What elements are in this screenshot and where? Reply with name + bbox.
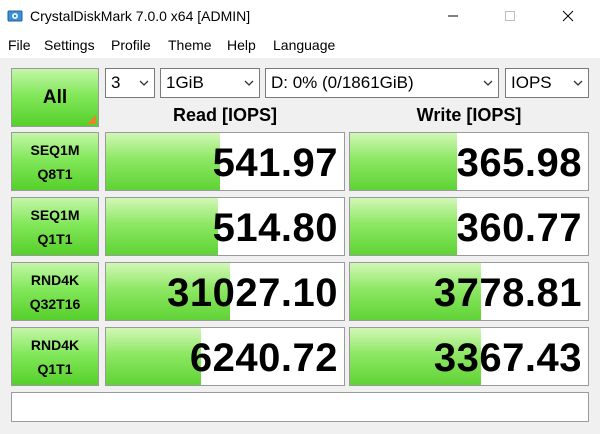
test-button-seq1m-q1t1[interactable]: SEQ1M Q1T1 bbox=[11, 197, 99, 256]
write-value: 3367.43 bbox=[433, 336, 582, 380]
minimize-button[interactable] bbox=[430, 0, 476, 32]
write-result-cell: 360.77 bbox=[349, 197, 589, 256]
menu-bar: File Settings Profile Theme Help Languag… bbox=[0, 32, 600, 58]
menu-profile[interactable]: Profile bbox=[111, 37, 151, 53]
read-result-cell: 541.97 bbox=[105, 132, 345, 191]
drive-value: D: 0% (0/1861GiB) bbox=[271, 73, 414, 92]
read-header: Read [IOPS] bbox=[172, 105, 278, 125]
unit-select[interactable]: IOPS bbox=[505, 68, 589, 98]
menu-language[interactable]: Language bbox=[273, 37, 335, 53]
app-disk-icon bbox=[7, 8, 23, 24]
menu-help[interactable]: Help bbox=[227, 37, 256, 53]
chevron-down-icon bbox=[139, 80, 149, 86]
window-title: CrystalDiskMark 7.0.0 x64 [ADMIN] bbox=[30, 8, 251, 24]
read-result-cell: 514.80 bbox=[105, 197, 345, 256]
all-button[interactable]: All bbox=[11, 68, 99, 127]
test-params: Q8T1 bbox=[37, 165, 73, 182]
chevron-down-icon bbox=[573, 80, 583, 86]
test-size-value: 1GiB bbox=[166, 73, 204, 92]
test-params: Q1T1 bbox=[37, 360, 73, 377]
test-button-seq1m-q8t1[interactable]: SEQ1M Q8T1 bbox=[11, 132, 99, 191]
chevron-down-icon bbox=[483, 80, 493, 86]
chevron-down-icon bbox=[244, 80, 254, 86]
test-count-value: 3 bbox=[111, 73, 121, 92]
close-button[interactable] bbox=[545, 0, 591, 32]
test-button-rnd4k-q1t1[interactable]: RND4K Q1T1 bbox=[11, 327, 99, 386]
write-result-cell: 3778.81 bbox=[349, 262, 589, 321]
read-level-bar bbox=[106, 198, 218, 255]
title-bar: CrystalDiskMark 7.0.0 x64 [ADMIN] bbox=[0, 0, 600, 32]
write-result-cell: 365.98 bbox=[349, 132, 589, 191]
write-level-bar bbox=[350, 198, 458, 255]
comment-field[interactable] bbox=[11, 392, 589, 422]
corner-marker-icon bbox=[87, 115, 96, 124]
minimize-icon bbox=[448, 15, 458, 17]
close-icon bbox=[562, 10, 574, 22]
read-level-bar bbox=[106, 133, 221, 190]
write-result-cell: 3367.43 bbox=[349, 327, 589, 386]
write-level-bar bbox=[350, 133, 458, 190]
test-name: RND4K bbox=[30, 336, 80, 353]
read-level-bar bbox=[106, 328, 202, 385]
maximize-button[interactable] bbox=[487, 0, 533, 32]
test-count-select[interactable]: 3 bbox=[105, 68, 155, 98]
write-value: 365.98 bbox=[456, 141, 582, 185]
test-params: Q1T1 bbox=[37, 230, 73, 247]
read-result-cell: 6240.72 bbox=[105, 327, 345, 386]
test-name: SEQ1M bbox=[30, 141, 80, 158]
menu-settings[interactable]: Settings bbox=[44, 37, 95, 53]
test-params: Q32T16 bbox=[29, 295, 81, 312]
read-value: 6240.72 bbox=[189, 336, 338, 380]
maximize-icon bbox=[505, 11, 515, 21]
menu-file[interactable]: File bbox=[8, 37, 31, 53]
unit-value: IOPS bbox=[511, 73, 552, 92]
read-value: 31027.10 bbox=[167, 271, 338, 315]
menu-theme[interactable]: Theme bbox=[168, 37, 212, 53]
main-panel: All 3 1GiB D: 0% (0/1861GiB) IOPS Read [… bbox=[0, 58, 600, 434]
write-value: 360.77 bbox=[456, 206, 582, 250]
all-button-label: All bbox=[42, 86, 68, 108]
test-name: RND4K bbox=[30, 271, 80, 288]
drive-select[interactable]: D: 0% (0/1861GiB) bbox=[265, 68, 499, 98]
write-header: Write [IOPS] bbox=[416, 105, 522, 125]
test-size-select[interactable]: 1GiB bbox=[160, 68, 260, 98]
test-button-rnd4k-q32t16[interactable]: RND4K Q32T16 bbox=[11, 262, 99, 321]
write-value: 3778.81 bbox=[433, 271, 582, 315]
read-result-cell: 31027.10 bbox=[105, 262, 345, 321]
read-value: 541.97 bbox=[212, 141, 338, 185]
read-value: 514.80 bbox=[212, 206, 338, 250]
test-name: SEQ1M bbox=[30, 206, 80, 223]
